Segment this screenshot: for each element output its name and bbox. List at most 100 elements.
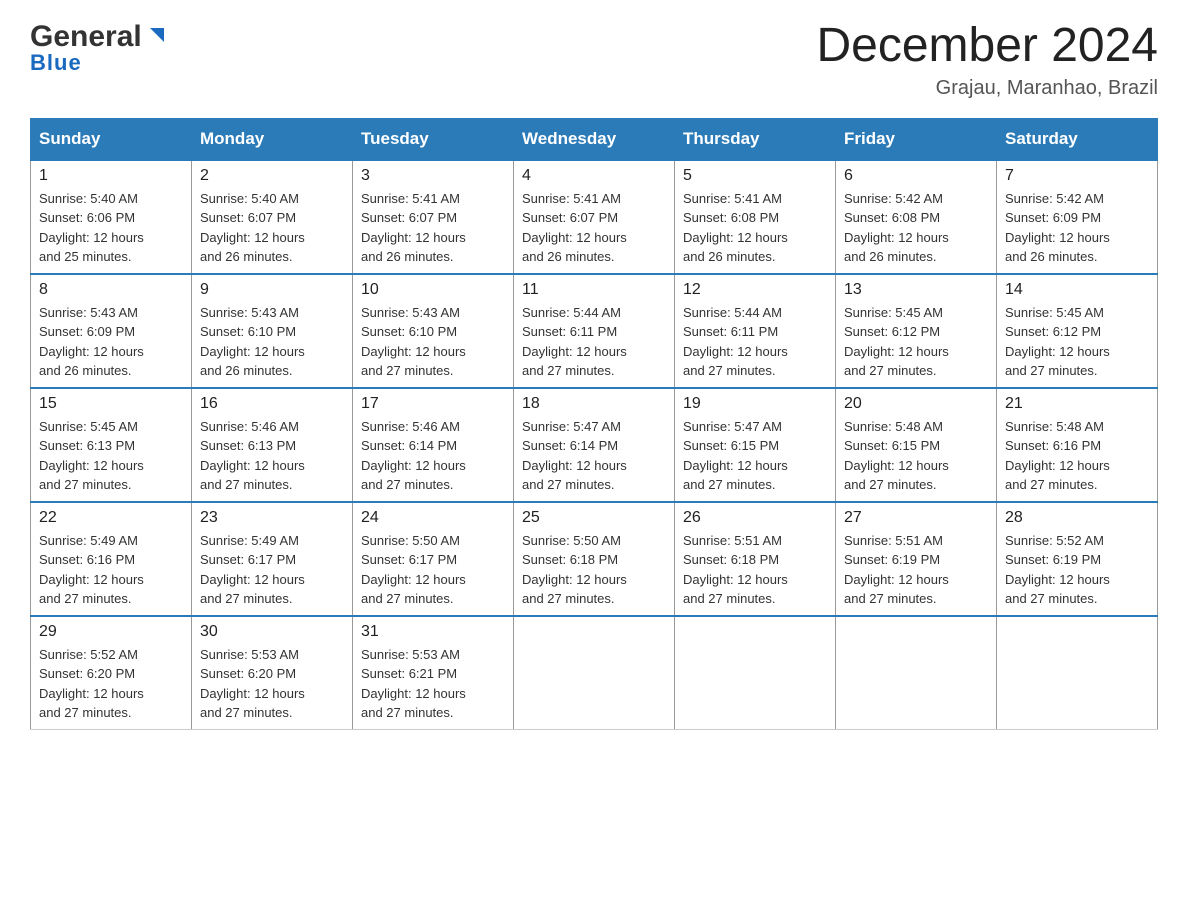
calendar-table: SundayMondayTuesdayWednesdayThursdayFrid… [30,118,1158,730]
day-cell: 4 Sunrise: 5:41 AM Sunset: 6:07 PM Dayli… [514,160,675,274]
day-cell: 29 Sunrise: 5:52 AM Sunset: 6:20 PM Dayl… [31,616,192,730]
title-section: December 2024 Grajau, Maranhao, Brazil [816,20,1158,100]
day-cell: 30 Sunrise: 5:53 AM Sunset: 6:20 PM Dayl… [192,616,353,730]
day-number: 23 [200,509,344,527]
day-number: 4 [522,167,666,185]
day-cell [675,616,836,730]
day-cell: 16 Sunrise: 5:46 AM Sunset: 6:13 PM Dayl… [192,388,353,502]
day-cell [997,616,1158,730]
day-info: Sunrise: 5:45 AM Sunset: 6:12 PM Dayligh… [1005,303,1149,381]
day-number: 30 [200,623,344,641]
day-number: 16 [200,395,344,413]
day-cell: 3 Sunrise: 5:41 AM Sunset: 6:07 PM Dayli… [353,160,514,274]
day-info: Sunrise: 5:45 AM Sunset: 6:13 PM Dayligh… [39,417,183,495]
header-row: SundayMondayTuesdayWednesdayThursdayFrid… [31,118,1158,160]
header-day-friday: Friday [836,118,997,160]
day-cell [836,616,997,730]
day-cell: 9 Sunrise: 5:43 AM Sunset: 6:10 PM Dayli… [192,274,353,388]
day-cell: 22 Sunrise: 5:49 AM Sunset: 6:16 PM Dayl… [31,502,192,616]
day-number: 8 [39,281,183,299]
day-info: Sunrise: 5:47 AM Sunset: 6:15 PM Dayligh… [683,417,827,495]
day-number: 17 [361,395,505,413]
logo-blue: Blue [30,50,82,76]
day-info: Sunrise: 5:40 AM Sunset: 6:06 PM Dayligh… [39,189,183,267]
day-cell: 12 Sunrise: 5:44 AM Sunset: 6:11 PM Dayl… [675,274,836,388]
day-number: 11 [522,281,666,299]
day-info: Sunrise: 5:41 AM Sunset: 6:07 PM Dayligh… [522,189,666,267]
day-number: 9 [200,281,344,299]
week-row-1: 1 Sunrise: 5:40 AM Sunset: 6:06 PM Dayli… [31,160,1158,274]
day-number: 2 [200,167,344,185]
day-cell: 21 Sunrise: 5:48 AM Sunset: 6:16 PM Dayl… [997,388,1158,502]
day-cell: 2 Sunrise: 5:40 AM Sunset: 6:07 PM Dayli… [192,160,353,274]
day-info: Sunrise: 5:53 AM Sunset: 6:20 PM Dayligh… [200,645,344,723]
week-row-2: 8 Sunrise: 5:43 AM Sunset: 6:09 PM Dayli… [31,274,1158,388]
location-title: Grajau, Maranhao, Brazil [816,77,1158,100]
day-number: 12 [683,281,827,299]
day-info: Sunrise: 5:41 AM Sunset: 6:08 PM Dayligh… [683,189,827,267]
day-number: 24 [361,509,505,527]
day-cell [514,616,675,730]
day-cell: 10 Sunrise: 5:43 AM Sunset: 6:10 PM Dayl… [353,274,514,388]
day-info: Sunrise: 5:41 AM Sunset: 6:07 PM Dayligh… [361,189,505,267]
day-info: Sunrise: 5:49 AM Sunset: 6:17 PM Dayligh… [200,531,344,609]
day-info: Sunrise: 5:46 AM Sunset: 6:14 PM Dayligh… [361,417,505,495]
header-day-monday: Monday [192,118,353,160]
day-number: 1 [39,167,183,185]
day-cell: 26 Sunrise: 5:51 AM Sunset: 6:18 PM Dayl… [675,502,836,616]
week-row-5: 29 Sunrise: 5:52 AM Sunset: 6:20 PM Dayl… [31,616,1158,730]
day-cell: 31 Sunrise: 5:53 AM Sunset: 6:21 PM Dayl… [353,616,514,730]
day-info: Sunrise: 5:48 AM Sunset: 6:15 PM Dayligh… [844,417,988,495]
day-number: 15 [39,395,183,413]
day-number: 31 [361,623,505,641]
day-info: Sunrise: 5:49 AM Sunset: 6:16 PM Dayligh… [39,531,183,609]
day-number: 5 [683,167,827,185]
month-title: December 2024 [816,20,1158,73]
day-number: 19 [683,395,827,413]
day-info: Sunrise: 5:45 AM Sunset: 6:12 PM Dayligh… [844,303,988,381]
day-number: 10 [361,281,505,299]
header-day-tuesday: Tuesday [353,118,514,160]
logo-general: General [30,20,142,54]
day-info: Sunrise: 5:51 AM Sunset: 6:19 PM Dayligh… [844,531,988,609]
header-day-sunday: Sunday [31,118,192,160]
day-info: Sunrise: 5:50 AM Sunset: 6:18 PM Dayligh… [522,531,666,609]
week-row-4: 22 Sunrise: 5:49 AM Sunset: 6:16 PM Dayl… [31,502,1158,616]
day-cell: 13 Sunrise: 5:45 AM Sunset: 6:12 PM Dayl… [836,274,997,388]
day-info: Sunrise: 5:40 AM Sunset: 6:07 PM Dayligh… [200,189,344,267]
day-cell: 19 Sunrise: 5:47 AM Sunset: 6:15 PM Dayl… [675,388,836,502]
day-number: 7 [1005,167,1149,185]
day-number: 27 [844,509,988,527]
day-info: Sunrise: 5:52 AM Sunset: 6:19 PM Dayligh… [1005,531,1149,609]
page-header: General Blue December 2024 Grajau, Maran… [30,20,1158,100]
day-cell: 8 Sunrise: 5:43 AM Sunset: 6:09 PM Dayli… [31,274,192,388]
logo-triangle-icon [146,24,168,46]
day-cell: 1 Sunrise: 5:40 AM Sunset: 6:06 PM Dayli… [31,160,192,274]
day-info: Sunrise: 5:42 AM Sunset: 6:09 PM Dayligh… [1005,189,1149,267]
day-number: 3 [361,167,505,185]
logo: General Blue [30,20,168,76]
day-number: 29 [39,623,183,641]
day-number: 18 [522,395,666,413]
day-number: 25 [522,509,666,527]
day-number: 13 [844,281,988,299]
day-cell: 18 Sunrise: 5:47 AM Sunset: 6:14 PM Dayl… [514,388,675,502]
day-info: Sunrise: 5:43 AM Sunset: 6:09 PM Dayligh… [39,303,183,381]
day-number: 14 [1005,281,1149,299]
day-info: Sunrise: 5:50 AM Sunset: 6:17 PM Dayligh… [361,531,505,609]
day-number: 20 [844,395,988,413]
day-number: 28 [1005,509,1149,527]
day-cell: 23 Sunrise: 5:49 AM Sunset: 6:17 PM Dayl… [192,502,353,616]
day-cell: 7 Sunrise: 5:42 AM Sunset: 6:09 PM Dayli… [997,160,1158,274]
day-cell: 24 Sunrise: 5:50 AM Sunset: 6:17 PM Dayl… [353,502,514,616]
week-row-3: 15 Sunrise: 5:45 AM Sunset: 6:13 PM Dayl… [31,388,1158,502]
day-info: Sunrise: 5:43 AM Sunset: 6:10 PM Dayligh… [200,303,344,381]
day-cell: 5 Sunrise: 5:41 AM Sunset: 6:08 PM Dayli… [675,160,836,274]
day-info: Sunrise: 5:51 AM Sunset: 6:18 PM Dayligh… [683,531,827,609]
day-info: Sunrise: 5:43 AM Sunset: 6:10 PM Dayligh… [361,303,505,381]
day-cell: 17 Sunrise: 5:46 AM Sunset: 6:14 PM Dayl… [353,388,514,502]
header-day-thursday: Thursday [675,118,836,160]
day-info: Sunrise: 5:42 AM Sunset: 6:08 PM Dayligh… [844,189,988,267]
day-cell: 20 Sunrise: 5:48 AM Sunset: 6:15 PM Dayl… [836,388,997,502]
day-cell: 27 Sunrise: 5:51 AM Sunset: 6:19 PM Dayl… [836,502,997,616]
